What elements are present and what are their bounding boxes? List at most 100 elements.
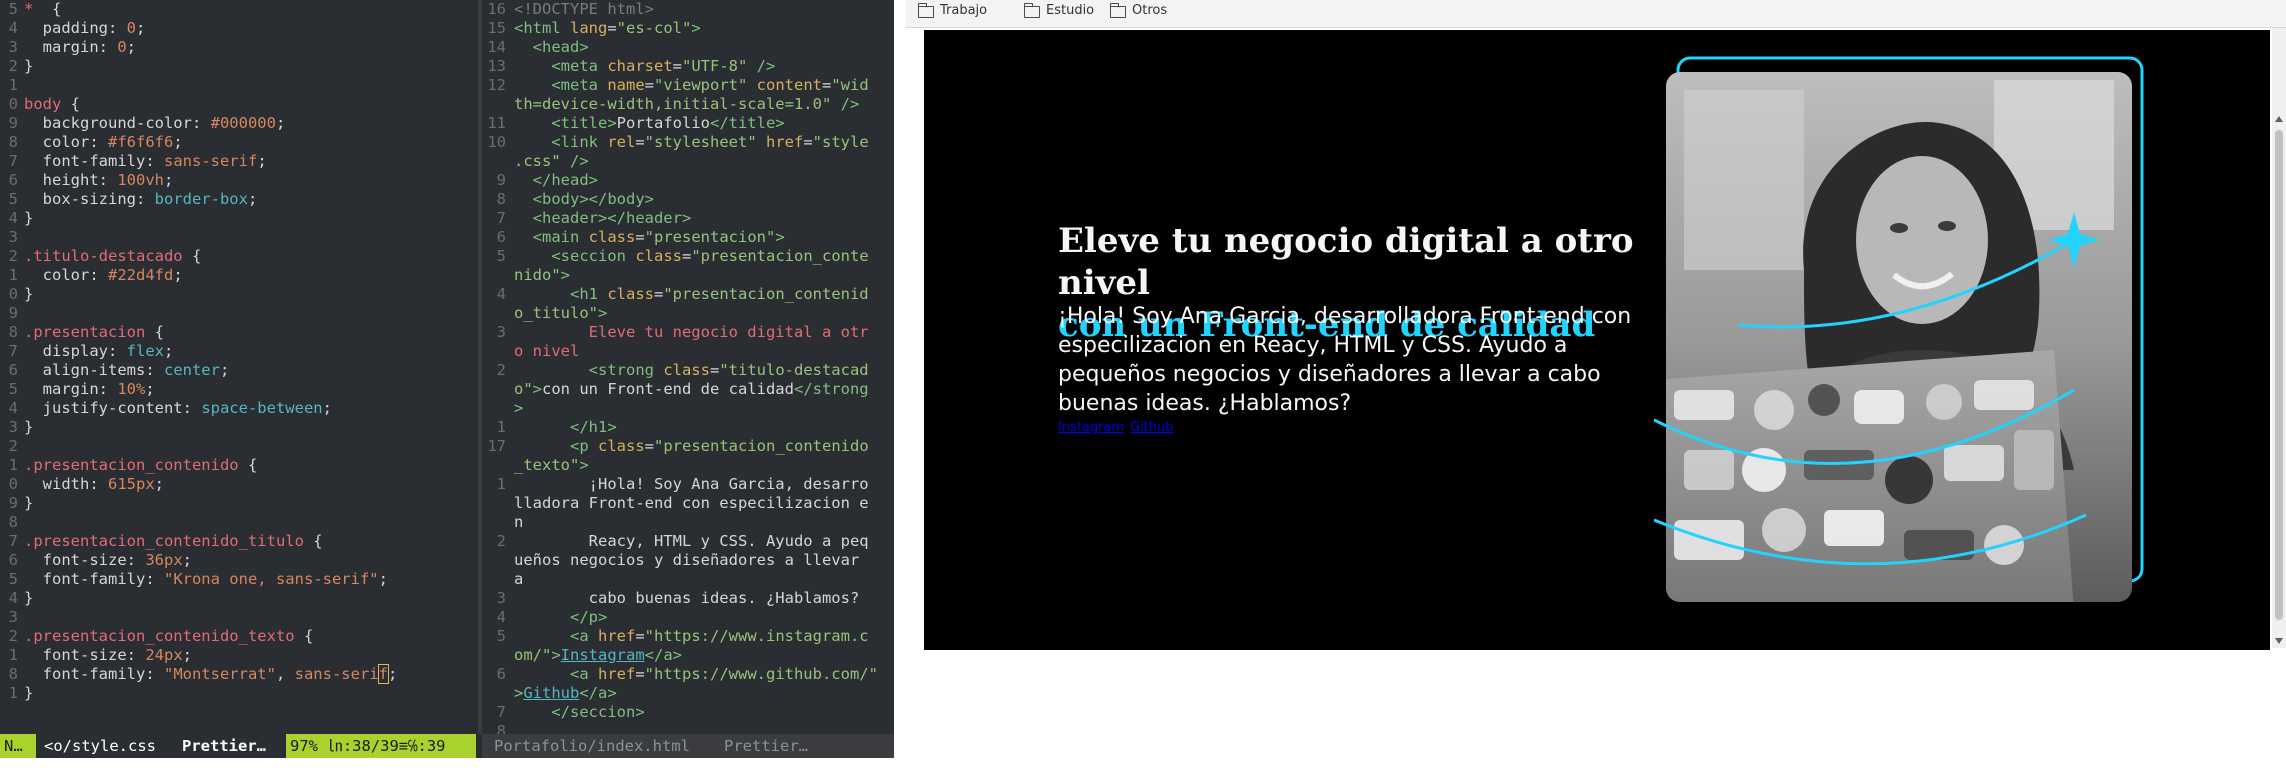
code-line[interactable]: 8 <body></body> <box>482 190 894 209</box>
scroll-up-arrow-icon[interactable] <box>2275 116 2283 122</box>
code-line[interactable]: 6 align-items: center; <box>0 361 478 380</box>
code-line[interactable]: 9 <box>0 304 478 323</box>
code-line[interactable]: 17 <p class="presentacion_contenido <box>482 437 894 456</box>
code-line[interactable]: n <box>482 513 894 532</box>
code-line[interactable]: 9 background-color: #000000; <box>0 114 478 133</box>
code-line[interactable]: lladora Front-end con especilizacion e <box>482 494 894 513</box>
code-line[interactable]: 2 .presentacion_contenido_texto { <box>0 627 478 646</box>
code-line[interactable]: 1} <box>0 684 478 703</box>
code-line[interactable]: 7 <header></header> <box>482 209 894 228</box>
line-number: 5 <box>496 627 506 645</box>
code-text: .presentacion_contenido_texto { <box>24 627 314 645</box>
bookmark-folder-trabajo[interactable]: Trabajo <box>917 0 998 28</box>
line-number: 3 <box>8 608 18 626</box>
code-line[interactable]: 0 width: 615px; <box>0 475 478 494</box>
code-line[interactable]: 1 color: #22d4fd; <box>0 266 478 285</box>
code-text: </seccion> <box>514 703 645 721</box>
code-line[interactable]: > <box>482 399 894 418</box>
code-line[interactable]: 1 <box>0 76 478 95</box>
code-line[interactable]: 2 <strong class="titulo-destacad <box>482 361 894 380</box>
code-line[interactable]: ueños negocios y diseñadores a llevar <box>482 551 894 570</box>
code-line[interactable]: 3} <box>0 418 478 437</box>
code-line[interactable]: 0 body { <box>0 95 478 114</box>
page-viewport[interactable]: Eleve tu negocio digital a otro nivel co… <box>924 30 2270 650</box>
code-line[interactable]: o_titulo"> <box>482 304 894 323</box>
line-number: 8 <box>8 513 18 531</box>
code-line[interactable]: a <box>482 570 894 589</box>
editor-pane-style-css[interactable]: 5 * {4 padding: 0; 3 margin: 0; 2} 1 0 body {9… <box>0 0 478 734</box>
code-line[interactable]: 5 font-family: "Krona one, sans-serif"; <box>0 570 478 589</box>
code-line[interactable]: 6 height: 100vh; <box>0 171 478 190</box>
code-line[interactable]: 4} <box>0 209 478 228</box>
code-line[interactable]: o nivel <box>482 342 894 361</box>
code-line[interactable]: 6 <a href="https://www.github.com/" <box>482 665 894 684</box>
code-line[interactable]: 4 <h1 class="presentacion_contenid <box>482 285 894 304</box>
code-line[interactable]: 1 font-size: 24px; <box>0 646 478 665</box>
code-line[interactable]: o">con un Front-end de calidad</strong <box>482 380 894 399</box>
code-line[interactable]: 1 ¡Hola! Soy Ana Garcia, desarro <box>482 475 894 494</box>
status-formatter: Prettier… <box>182 737 266 755</box>
code-line[interactable]: .css" /> <box>482 152 894 171</box>
code-line[interactable]: 0} <box>0 285 478 304</box>
code-line[interactable]: 8 color: #f6f6f6; <box>0 133 478 152</box>
code-line[interactable]: 9 </head> <box>482 171 894 190</box>
code-line[interactable]: 14 <head> <box>482 38 894 57</box>
code-line[interactable]: om/">Instagram</a> <box>482 646 894 665</box>
code-text: justify-content: space-between; <box>24 399 332 417</box>
code-line[interactable]: 2 <box>0 437 478 456</box>
code-line[interactable]: 6 <main class="presentacion"> <box>482 228 894 247</box>
code-line[interactable]: 7 font-family: sans-serif; <box>0 152 478 171</box>
code-line[interactable]: 3 <box>0 608 478 627</box>
code-line[interactable]: 2} <box>0 57 478 76</box>
code-line[interactable]: 2 .titulo-destacado { <box>0 247 478 266</box>
code-line[interactable]: 11 <title>Portafolio</title> <box>482 114 894 133</box>
code-line[interactable]: 13 <meta charset="UTF-8" /> <box>482 57 894 76</box>
code-line[interactable]: 3 Eleve tu negocio digital a otr <box>482 323 894 342</box>
code-line[interactable]: _texto"> <box>482 456 894 475</box>
code-line[interactable]: 10 <link rel="stylesheet" href="style <box>482 133 894 152</box>
code-line[interactable]: 4} <box>0 589 478 608</box>
code-text: o">con un Front-end de calidad</strong <box>514 380 869 398</box>
code-line[interactable]: 5 box-sizing: border-box; <box>0 190 478 209</box>
code-line[interactable]: nido"> <box>482 266 894 285</box>
code-line[interactable]: 5 <a href="https://www.instagram.c <box>482 627 894 646</box>
instagram-link[interactable]: Instagram <box>1058 420 1124 435</box>
code-line[interactable]: 5 * { <box>0 0 478 19</box>
scrollbar-thumb[interactable] <box>2275 130 2283 620</box>
github-link[interactable]: Github <box>1130 420 1174 435</box>
code-line[interactable]: 3 margin: 0; <box>0 38 478 57</box>
code-line[interactable]: 7 .presentacion_contenido_titulo { <box>0 532 478 551</box>
code-line[interactable]: >Github</a> <box>482 684 894 703</box>
line-number: 9 <box>496 171 506 189</box>
code-line[interactable]: 1 </h1> <box>482 418 894 437</box>
bookmark-folder-otros[interactable]: Otros <box>1109 0 1190 28</box>
code-line[interactable]: 4 justify-content: space-between; <box>0 399 478 418</box>
code-text: ¡Hola! Soy Ana Garcia, desarro <box>514 475 869 493</box>
code-text: } <box>24 589 34 607</box>
code-line[interactable]: 7 </seccion> <box>482 703 894 722</box>
code-line[interactable]: 2 Reacy, HTML y CSS. Ayudo a peq <box>482 532 894 551</box>
code-line[interactable]: 3 cabo buenas ideas. ¿Hablamos? <box>482 589 894 608</box>
code-line[interactable]: 9} <box>0 494 478 513</box>
code-line[interactable]: th=device-width,initial-scale=1.0" /> <box>482 95 894 114</box>
code-line[interactable]: 16 <!DOCTYPE html> <box>482 0 894 19</box>
code-line[interactable]: 8 <box>482 722 894 734</box>
vim-mode-indicator: N… <box>0 734 36 758</box>
code-line[interactable]: 6 font-size: 36px; <box>0 551 478 570</box>
code-line[interactable]: 5 <seccion class="presentacion_conte <box>482 247 894 266</box>
line-number: 0 <box>8 475 18 493</box>
code-line[interactable]: 8 .presentacion { <box>0 323 478 342</box>
code-line[interactable]: 8 <box>0 513 478 532</box>
scroll-down-arrow-icon[interactable] <box>2275 638 2283 644</box>
editor-pane-index-html[interactable]: 16 <!DOCTYPE html> 15 <html lang="es-col"> 1… <box>482 0 894 734</box>
code-line[interactable]: 1 .presentacion_contenido { <box>0 456 478 475</box>
code-line[interactable]: 8 font-family: "Montserrat", sans-serif; <box>0 664 478 684</box>
code-line[interactable]: 7 display: flex; <box>0 342 478 361</box>
code-line[interactable]: 3 <box>0 228 478 247</box>
code-line[interactable]: 12 <meta name="viewport" content="wid <box>482 76 894 95</box>
code-line[interactable]: 15 <html lang="es-col"> <box>482 19 894 38</box>
bookmark-folder-estudio[interactable]: Estudio <box>1023 0 1104 28</box>
code-line[interactable]: 4 </p> <box>482 608 894 627</box>
code-line[interactable]: 4 padding: 0; <box>0 19 478 38</box>
code-line[interactable]: 5 margin: 10%; <box>0 380 478 399</box>
